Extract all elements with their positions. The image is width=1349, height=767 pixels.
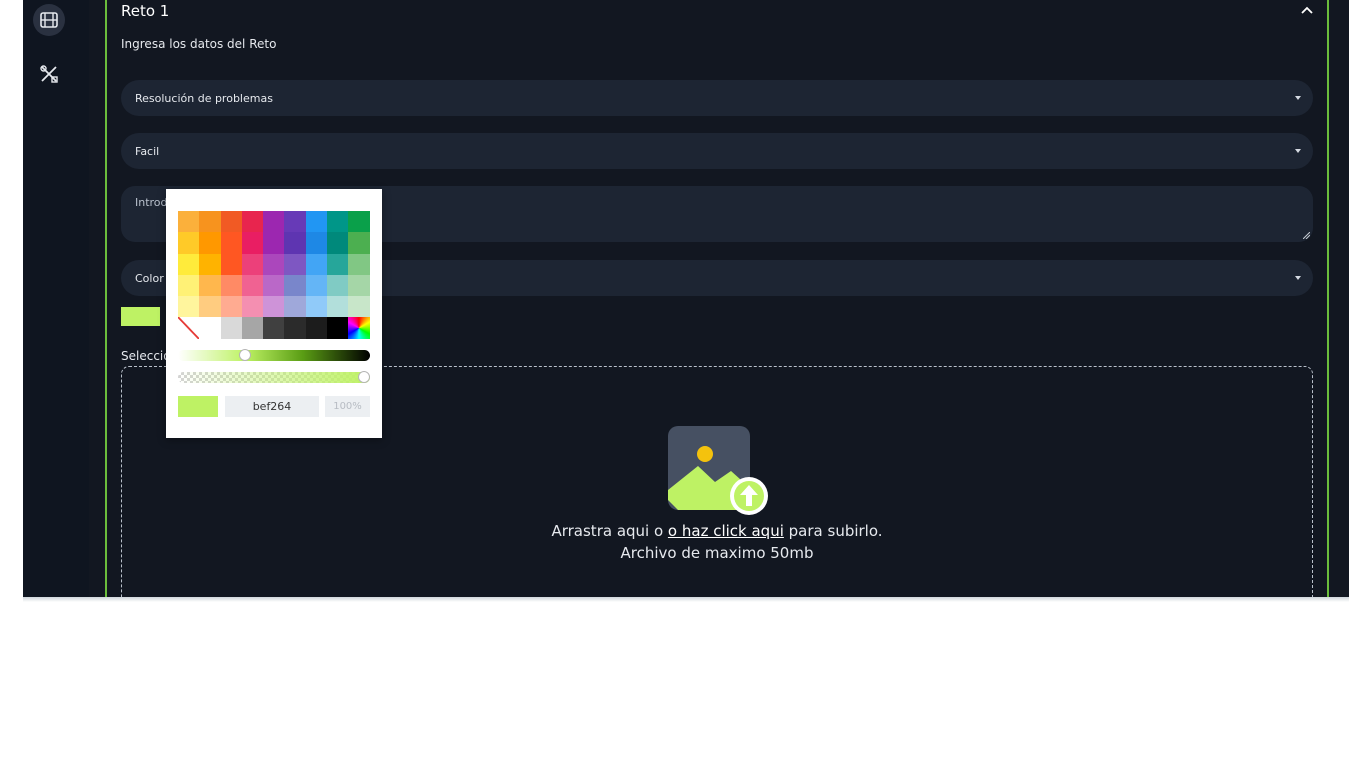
sidebar-item-videos[interactable]: [33, 4, 65, 36]
caret-down-icon: [1295, 149, 1301, 153]
palette-swatch[interactable]: [178, 232, 200, 254]
difficulty-value: Facil: [135, 144, 160, 158]
upload-instructions: Arrastra aqui o o haz click aqui para su…: [122, 522, 1312, 540]
palette-swatch[interactable]: [305, 274, 328, 297]
palette-swatch[interactable]: [199, 211, 221, 233]
palette-swatch[interactable]: [348, 253, 370, 275]
palette-swatch[interactable]: [178, 211, 200, 233]
palette-swatch[interactable]: [327, 211, 349, 233]
palette-swatch[interactable]: [263, 211, 285, 233]
palette-swatch[interactable]: [327, 253, 349, 275]
palette-swatch[interactable]: [284, 211, 306, 233]
color-preview: [178, 396, 218, 417]
chevron-up-icon[interactable]: [1301, 6, 1313, 14]
palette-swatch[interactable]: [241, 274, 264, 297]
palette-swatch[interactable]: [241, 232, 264, 254]
palette-swatch[interactable]: [327, 274, 349, 297]
palette-swatch[interactable]: [241, 211, 264, 233]
palette-swatch[interactable]: [327, 232, 349, 254]
palette-swatch[interactable]: [284, 296, 306, 318]
custom-color-swatch[interactable]: [348, 317, 370, 339]
palette-swatch[interactable]: [241, 253, 264, 275]
upload-link[interactable]: o haz click aqui: [668, 522, 784, 540]
palette-swatch[interactable]: [199, 296, 221, 318]
upload-prefix: Arrastra aqui o: [551, 522, 668, 540]
palette-swatch[interactable]: [220, 274, 242, 297]
palette-swatch[interactable]: [327, 296, 349, 318]
palette-swatch[interactable]: [284, 317, 306, 339]
palette-swatch[interactable]: [220, 232, 242, 254]
palette-swatch[interactable]: [178, 274, 200, 297]
palette-swatch[interactable]: [263, 317, 285, 339]
alpha-slider[interactable]: [178, 371, 370, 383]
palette-swatch[interactable]: [178, 253, 200, 275]
intro-text: Introd: [135, 196, 168, 209]
hex-input[interactable]: bef264: [225, 396, 319, 417]
palette-swatch[interactable]: [284, 232, 306, 254]
alpha-slider-thumb[interactable]: [358, 371, 370, 383]
hue-slider[interactable]: [178, 349, 370, 361]
palette-swatch[interactable]: [220, 296, 242, 318]
palette-swatch[interactable]: [199, 274, 221, 297]
no-color-swatch[interactable]: [178, 317, 200, 339]
palette-swatch[interactable]: [305, 211, 328, 233]
palette-swatch[interactable]: [305, 317, 328, 339]
palette-swatch[interactable]: [305, 296, 328, 318]
window-shadow: [23, 597, 1349, 602]
palette-swatch[interactable]: [263, 274, 285, 297]
palette-swatch[interactable]: [263, 232, 285, 254]
palette-swatch[interactable]: [284, 253, 306, 275]
resize-handle-icon[interactable]: [1303, 232, 1310, 239]
palette-swatch[interactable]: [263, 296, 285, 318]
upload-suffix: para subirlo.: [783, 522, 883, 540]
category-select[interactable]: Resolución de problemas: [121, 80, 1313, 116]
color-label: Color: [135, 271, 164, 285]
file-select-label: Seleccio: [121, 349, 171, 363]
caret-down-icon: [1295, 96, 1301, 100]
palette-swatch[interactable]: [327, 317, 349, 339]
hue-slider-thumb[interactable]: [239, 349, 252, 361]
palette-swatch[interactable]: [241, 317, 264, 339]
section-title: Reto 1: [121, 2, 170, 20]
palette-swatch[interactable]: [263, 253, 285, 275]
palette-swatch[interactable]: [199, 232, 221, 254]
palette-swatch[interactable]: [284, 274, 306, 297]
palette-swatch[interactable]: [348, 211, 370, 233]
palette-swatch[interactable]: [220, 317, 242, 339]
section-subtitle: Ingresa los datos del Reto: [121, 37, 277, 51]
palette-swatch[interactable]: [199, 253, 221, 275]
palette-swatch[interactable]: [199, 317, 221, 339]
palette-swatch[interactable]: [178, 296, 200, 318]
category-value: Resolución de problemas: [135, 91, 273, 105]
sidebar: [23, 0, 89, 597]
color-palette: [178, 211, 370, 339]
palette-swatch[interactable]: [220, 253, 242, 275]
palette-swatch[interactable]: [348, 296, 370, 318]
palette-swatch[interactable]: [241, 296, 264, 318]
color-picker-popup: bef264 100%: [166, 189, 382, 438]
palette-swatch[interactable]: [305, 232, 328, 254]
upload-limit: Archivo de maximo 50mb: [620, 544, 814, 562]
alpha-input[interactable]: 100%: [325, 396, 370, 417]
image-upload-icon: [668, 426, 768, 515]
caret-down-icon: [1295, 276, 1301, 280]
palette-swatch[interactable]: [348, 274, 370, 297]
tools-icon: [40, 65, 58, 83]
palette-swatch[interactable]: [305, 253, 328, 275]
selected-color-swatch[interactable]: [121, 307, 160, 326]
palette-swatch[interactable]: [348, 232, 370, 254]
film-icon: [40, 12, 58, 28]
sidebar-item-tools[interactable]: [33, 58, 65, 90]
palette-swatch[interactable]: [220, 211, 242, 233]
difficulty-select[interactable]: Facil: [121, 133, 1313, 169]
